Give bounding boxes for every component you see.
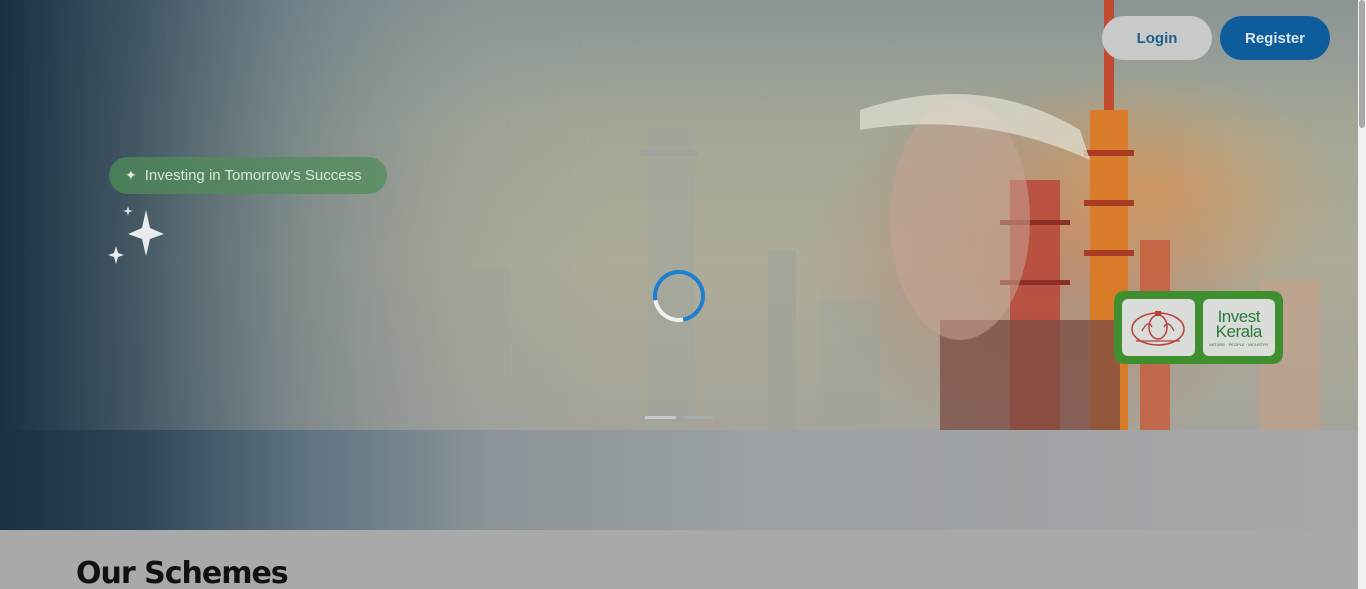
section-title-schemes: Our Schemes [76,556,289,589]
kerala-emblem-icon [1131,310,1185,346]
register-button[interactable]: Register [1220,16,1330,60]
invest-kerala-line2: Kerala [1215,321,1263,341]
tagline-text: Investing in Tomorrow's Success [144,167,362,184]
partner-logos: Invest Kerala NATURE · PEOPLE · INDUSTRY [1114,291,1283,364]
invest-kerala-logo: Invest Kerala NATURE · PEOPLE · INDUSTRY [1202,299,1275,356]
page-scrollbar[interactable] [1358,0,1366,589]
carousel-dot-2[interactable] [683,416,714,419]
refinery-illustration [470,0,1320,430]
kerala-emblem-logo [1122,299,1195,356]
sparkle-icon: ✦ [125,167,137,183]
hero-industrial-image [0,0,1358,430]
sparkles-decoration-icon [108,206,164,264]
invest-kerala-tagline: NATURE · PEOPLE · INDUSTRY [1208,341,1269,347]
scrollbar-thumb[interactable] [1359,0,1365,128]
tagline-badge: ✦ Investing in Tomorrow's Success [109,157,387,194]
hero-banner: ✦ Investing in Tomorrow's Success Invest… [0,0,1358,530]
login-button[interactable]: Login [1102,16,1212,60]
carousel-dot-1[interactable] [645,416,676,419]
carousel-indicators [645,416,714,419]
